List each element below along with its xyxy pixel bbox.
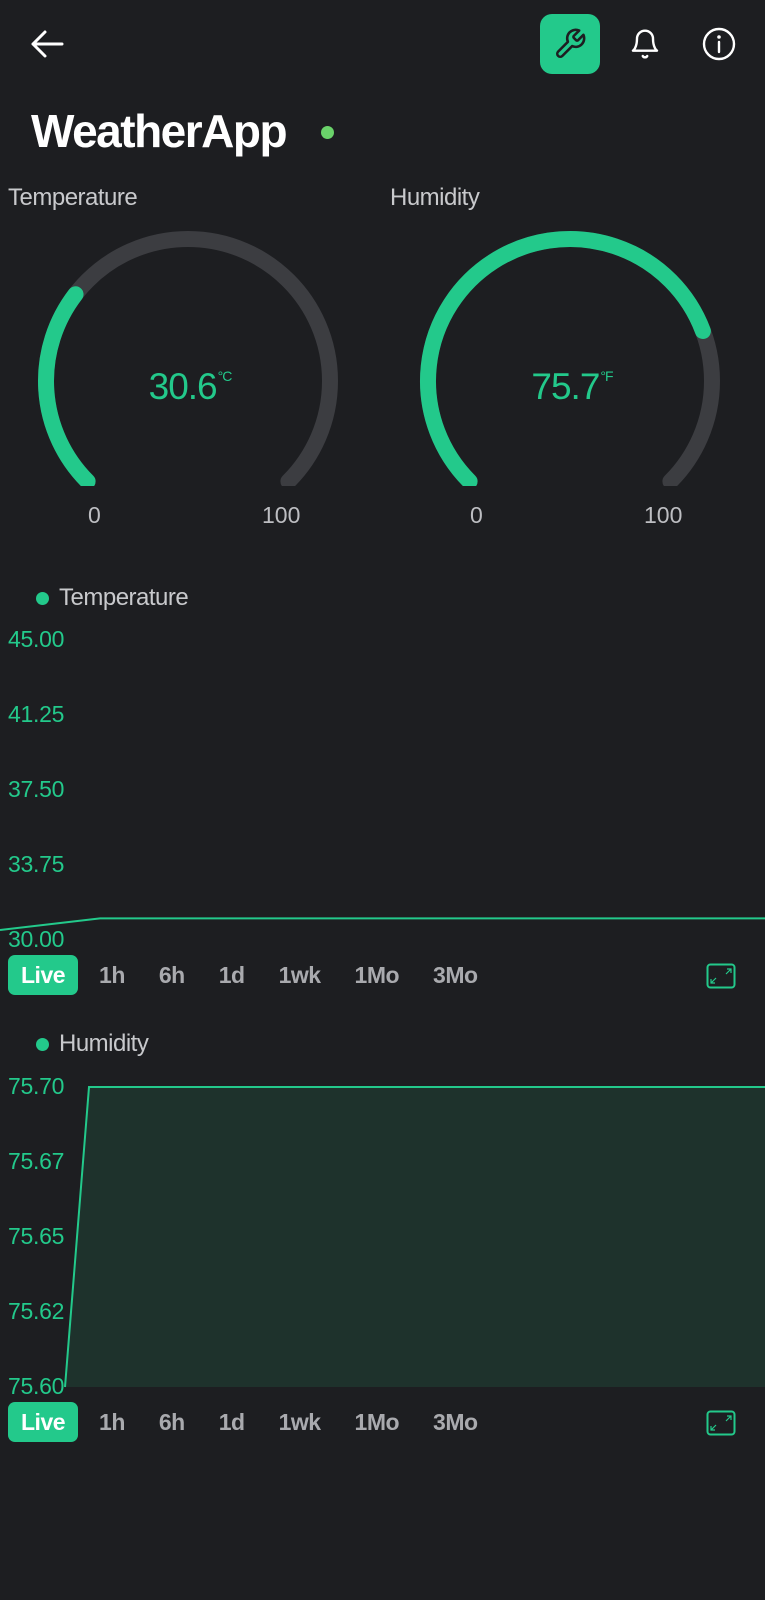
expand-icon[interactable] [706,963,736,989]
temperature-unit: °C [217,368,233,384]
temperature-gauge [38,231,338,486]
range-1h-button[interactable]: 1h [86,955,138,995]
range-live-button[interactable]: Live [8,955,79,995]
info-button[interactable] [689,14,749,74]
range-1mo-button[interactable]: 1Mo [342,1402,413,1442]
humidity-range-selector: Live 1h 6h 1d 1wk 1Mo 3Mo [8,1402,499,1442]
wrench-icon [556,28,586,58]
gauge-fill [420,231,711,486]
back-button[interactable] [17,14,77,74]
humidity-gauge-label: Humidity [390,184,480,211]
range-6h-button[interactable]: 6h [146,955,198,995]
series-line [0,917,765,931]
range-live-button[interactable]: Live [8,1402,79,1442]
range-6h-button[interactable]: 6h [146,1402,198,1442]
gauge-fill [38,286,96,486]
range-1wk-button[interactable]: 1wk [266,1402,334,1442]
humidity-area-chart [64,1086,765,1388]
range-1wk-button[interactable]: 1wk [266,955,334,995]
range-1mo-button[interactable]: 1Mo [342,955,413,995]
humidity-value: 75.7 [531,366,600,407]
gauge-track [38,231,338,486]
temperature-value: 30.6 [148,366,218,407]
temperature-gauge-min: 0 [88,502,101,528]
humidity-gauge-max: 100 [644,502,683,528]
range-3mo-button[interactable]: 3Mo [420,955,491,995]
device-name: WeatherApp [31,105,288,157]
info-icon [702,27,736,61]
online-status-indicator [321,126,334,139]
range-1h-button[interactable]: 1h [86,1402,138,1442]
humidity-gauge [420,231,720,486]
bell-icon [631,29,659,59]
range-3mo-button[interactable]: 3Mo [420,1402,491,1442]
expand-icon[interactable] [706,1410,736,1436]
humidity-gauge-value: 75.7°F [472,366,672,408]
humidity-gauge-min: 0 [470,502,483,528]
series-area [65,1087,765,1387]
temperature-range-selector: Live 1h 6h 1d 1wk 1Mo 3Mo [8,955,499,995]
range-1d-button[interactable]: 1d [206,1402,258,1442]
legend-dot [36,1037,49,1051]
range-1d-button[interactable]: 1d [206,955,258,995]
wrench-button[interactable] [540,14,600,74]
humidity-unit: °F [600,368,613,384]
temperature-gauge-label: Temperature [8,184,138,211]
notifications-button[interactable] [615,14,675,74]
temperature-gauge-value: 30.6°C [90,366,290,408]
arrow-left-icon [31,30,64,58]
temperature-line-chart [0,917,765,931]
temperature-gauge-max: 100 [262,502,301,528]
